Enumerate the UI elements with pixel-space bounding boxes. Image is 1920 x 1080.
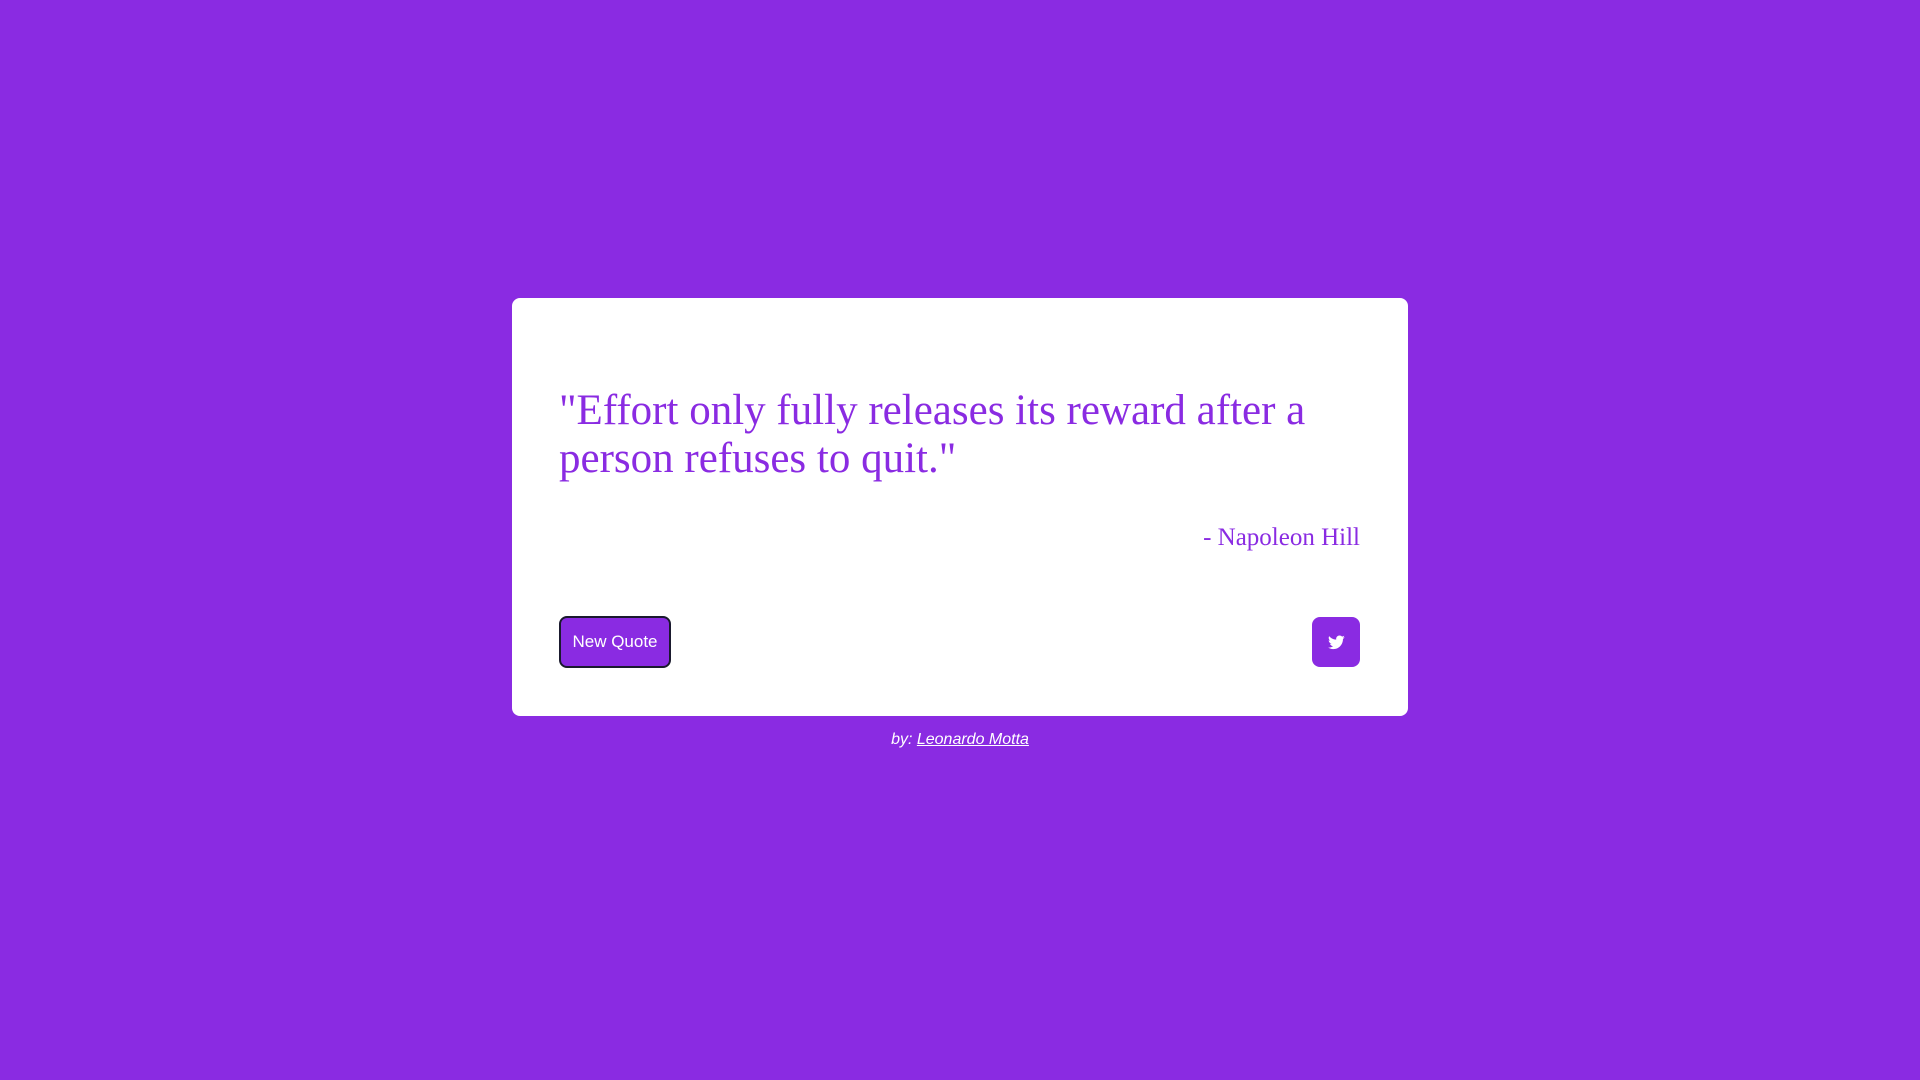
footer-prefix: by: bbox=[891, 731, 917, 748]
new-quote-button[interactable]: New Quote bbox=[559, 616, 671, 668]
tweet-quote-button[interactable] bbox=[1312, 617, 1360, 667]
quote-card: "Effort only fully releases its reward a… bbox=[512, 298, 1408, 716]
quote-author: - Napoleon Hill bbox=[1203, 524, 1360, 551]
author-link[interactable]: Leonardo Motta bbox=[917, 731, 1029, 748]
quote-text: "Effort only fully releases its reward a… bbox=[559, 387, 1306, 482]
twitter-icon bbox=[1327, 634, 1345, 650]
footer-credit: by: Leonardo Motta bbox=[0, 730, 1920, 750]
